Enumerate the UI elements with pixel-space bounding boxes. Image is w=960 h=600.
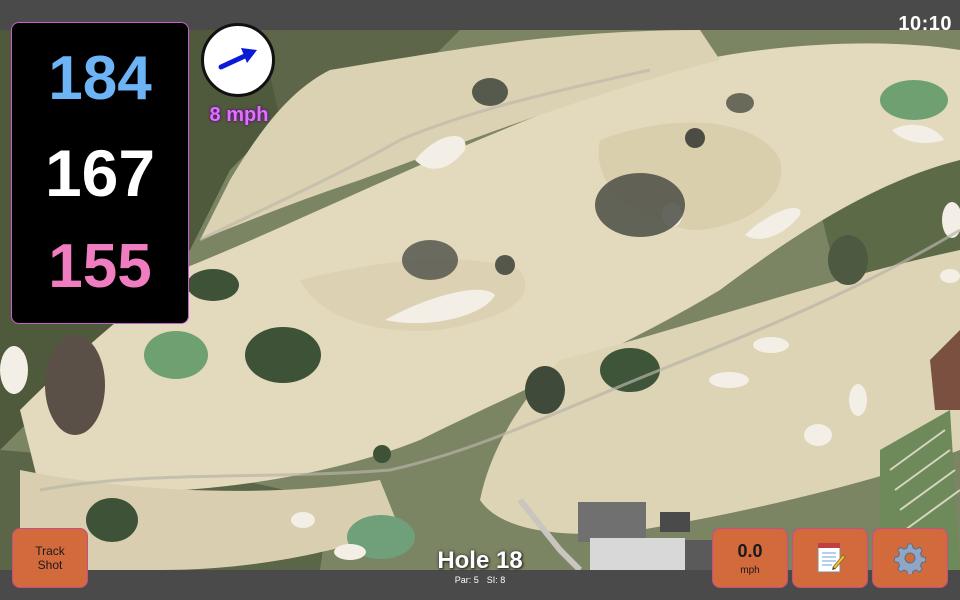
gear-icon <box>894 543 926 574</box>
distance-panel: 184 167 155 <box>11 22 189 324</box>
stroke-index-label: SI: 8 <box>486 575 506 585</box>
speed-value: 0.0 <box>737 540 763 561</box>
hole-meta: Par: 5 SI: 8 <box>380 575 580 585</box>
front-distance: 155 <box>48 232 152 301</box>
track-shot-label-line2: Shot <box>37 558 63 572</box>
track-shot-label-line1: Track <box>35 544 65 558</box>
wind-direction-dial <box>201 23 275 97</box>
notepad-icon <box>817 543 846 573</box>
back-distance: 184 <box>48 44 152 113</box>
center-distance: 167 <box>44 136 156 210</box>
hole-info: Hole 18 Par: 5 SI: 8 <box>380 547 580 586</box>
track-shot-button[interactable]: Track Shot <box>12 528 88 588</box>
arrow-icon <box>218 48 257 70</box>
wind-speed: 8 mph <box>209 104 269 126</box>
settings-button[interactable] <box>872 528 948 588</box>
notes-button[interactable] <box>792 528 868 588</box>
speed-unit: mph <box>740 564 760 576</box>
hole-title: Hole 18 <box>437 547 523 574</box>
par-label: Par: 5 <box>454 575 479 585</box>
speed-button[interactable]: 0.0 mph <box>712 528 788 588</box>
